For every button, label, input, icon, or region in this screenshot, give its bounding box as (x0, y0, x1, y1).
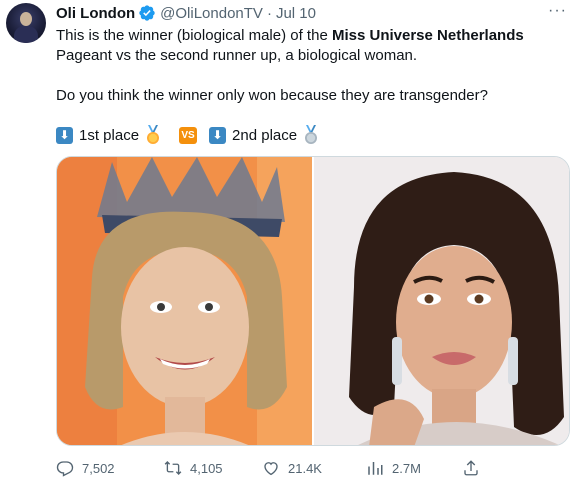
share-icon (464, 460, 478, 476)
reply-count: 7,502 (82, 460, 115, 476)
avatar-silhouette-body (14, 26, 38, 43)
retweet-icon (164, 461, 182, 475)
down-arrow-emoji-icon-2: ⬇ (209, 126, 227, 144)
first-place-medal-icon (147, 125, 160, 144)
like-button[interactable]: 21.4K (262, 456, 322, 480)
views-button[interactable]: 2.7M (366, 456, 421, 480)
photo-right-illustration (314, 157, 569, 445)
avatar-silhouette-head (20, 12, 32, 26)
tweet-text-bold: Miss Universe Netherlands (331, 27, 524, 44)
verified-badge-icon (139, 5, 155, 21)
separator-dot: · (266, 4, 272, 22)
more-options-icon[interactable]: ··· (548, 2, 567, 20)
photo-right[interactable] (314, 157, 569, 445)
photo-left-illustration (57, 157, 312, 445)
tweet-date[interactable]: Jul 10 (276, 5, 316, 22)
retweet-count: 4,105 (190, 460, 223, 476)
tweet-question: Do you think the winner only won because… (56, 87, 488, 104)
tweet[interactable]: Oli London @OliLondonTV · Jul 10 ··· Thi… (0, 0, 577, 486)
photo-left[interactable] (57, 157, 312, 445)
second-place-medal-icon (305, 125, 318, 144)
tweet-text-part1: This is the winner (biological male) of … (56, 27, 332, 44)
author-handle[interactable]: @OliLondonTV (160, 5, 263, 22)
avatar[interactable] (6, 3, 46, 43)
author-name[interactable]: Oli London (56, 5, 135, 22)
like-count: 21.4K (288, 460, 322, 476)
down-arrow-emoji-icon: ⬇ (56, 126, 73, 144)
second-place-label: 2nd place (232, 126, 298, 144)
action-bar: 7,502 4,105 21.4K 2.7M (56, 456, 570, 480)
tweet-header: Oli London @OliLondonTV · Jul 10 (56, 3, 316, 23)
tweet-text-part2: Pageant vs the second runner up, a biolo… (56, 47, 418, 64)
share-button[interactable] (462, 456, 488, 480)
vs-emoji-icon: VS (179, 126, 198, 144)
tweet-text: This is the winner (biological male) of … (56, 26, 566, 106)
heart-icon (264, 462, 278, 476)
reply-button[interactable]: 7,502 (56, 456, 115, 480)
tweet-media[interactable] (56, 156, 570, 446)
views-count: 2.7M (392, 460, 421, 476)
reply-icon (56, 461, 74, 477)
views-chart-icon (368, 462, 383, 475)
emoji-comparison-line: ⬇ 1st place VS ⬇ 2nd place (56, 124, 319, 146)
retweet-button[interactable]: 4,105 (164, 456, 223, 480)
first-place-label: 1st place (79, 126, 140, 144)
